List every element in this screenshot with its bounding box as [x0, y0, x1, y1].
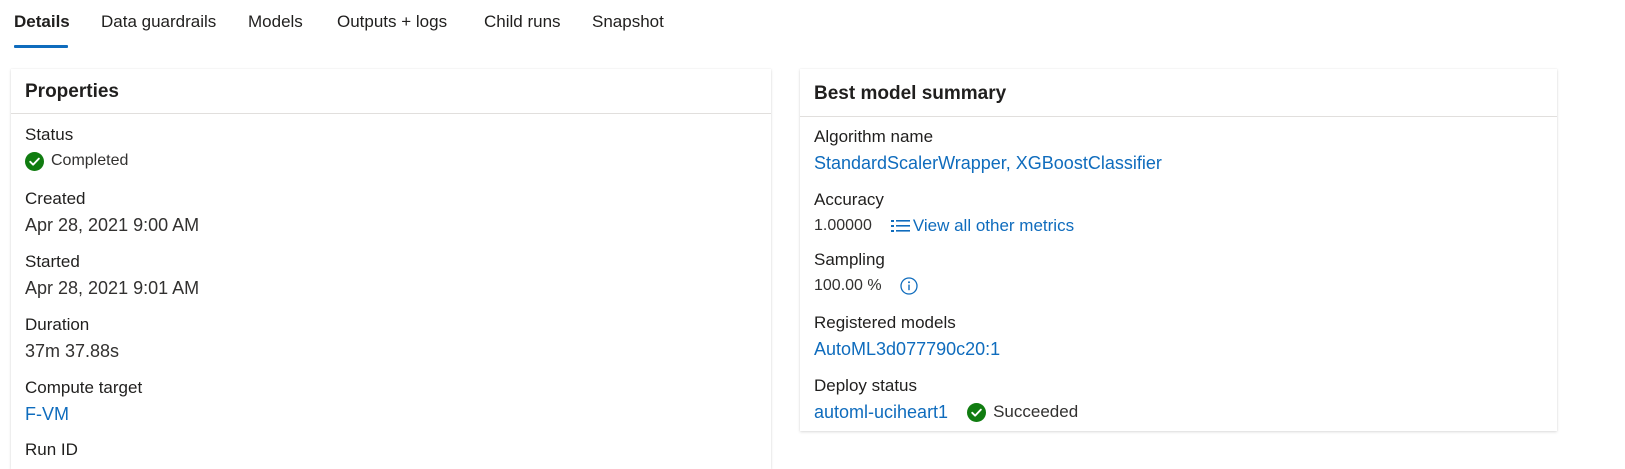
accuracy-value: 1.00000: [814, 217, 872, 234]
check-circle-icon: [967, 402, 987, 422]
accuracy-field: Accuracy 1.00000 View all other metrics: [814, 189, 1543, 238]
registered-model-link[interactable]: AutoML3d077790c20:1: [814, 337, 1000, 361]
properties-title: Properties: [11, 69, 771, 114]
deploy-status-field: Deploy status automl-uciheart1 Succeeded: [814, 375, 1543, 424]
deploy-status-text: Succeeded: [993, 402, 1079, 421]
run-id-label: Run ID: [25, 440, 78, 459]
tab-snapshot[interactable]: Snapshot: [592, 12, 664, 32]
started-label: Started: [25, 252, 80, 271]
algorithm-link[interactable]: StandardScalerWrapper, XGBoostClassifier: [814, 151, 1162, 175]
tab-models[interactable]: Models: [248, 12, 303, 32]
status-field: Status Completed: [25, 124, 757, 173]
created-label: Created: [25, 189, 86, 208]
compute-target-field: Compute target F-VM: [25, 377, 757, 426]
sampling-value: 100.00 %: [814, 277, 882, 294]
duration-label: Duration: [25, 315, 90, 334]
started-field: Started Apr 28, 2021 9:01 AM: [25, 251, 757, 300]
sampling-field: Sampling 100.00 %: [814, 249, 1543, 298]
info-icon[interactable]: [899, 277, 918, 295]
sampling-label: Sampling: [814, 250, 885, 269]
best-model-summary-card: Best model summary Algorithm name Standa…: [800, 69, 1557, 431]
compute-target-label: Compute target: [25, 378, 143, 397]
status-text: Completed: [51, 152, 129, 169]
run-id-field: Run ID: [25, 439, 757, 461]
duration-value: 37m 37.88s: [25, 341, 120, 361]
accuracy-label: Accuracy: [814, 190, 884, 209]
deploy-endpoint-link[interactable]: automl-uciheart1: [814, 400, 948, 424]
algorithm-label: Algorithm name: [814, 127, 934, 146]
best-model-summary-title: Best model summary: [800, 69, 1557, 117]
check-circle-icon: [25, 151, 44, 171]
tab-child-runs[interactable]: Child runs: [484, 12, 561, 32]
duration-field: Duration 37m 37.88s: [25, 314, 757, 363]
status-label: Status: [25, 125, 74, 144]
tab-outputs-logs[interactable]: Outputs + logs: [337, 12, 447, 32]
registered-models-field: Registered models AutoML3d077790c20:1: [814, 312, 1543, 361]
started-value: Apr 28, 2021 9:01 AM: [25, 278, 200, 298]
algorithm-field: Algorithm name StandardScalerWrapper, XG…: [814, 126, 1543, 175]
created-value: Apr 28, 2021 9:00 AM: [25, 215, 200, 235]
active-tab-indicator: [14, 45, 68, 48]
properties-card: Properties Status Completed Created Apr …: [11, 69, 771, 469]
view-all-metrics-label: View all other metrics: [912, 216, 1075, 235]
compute-target-link[interactable]: F-VM: [25, 402, 69, 426]
deploy-status-badge: Succeeded: [967, 400, 1078, 424]
tab-details[interactable]: Details: [14, 12, 70, 32]
status-value: Completed: [25, 149, 757, 173]
list-icon: [890, 220, 910, 232]
registered-models-label: Registered models: [814, 313, 956, 332]
tab-bar: Details Data guardrails Models Outputs +…: [0, 0, 1625, 50]
created-field: Created Apr 28, 2021 9:00 AM: [25, 188, 757, 237]
view-all-metrics-link[interactable]: View all other metrics: [890, 214, 1075, 238]
tab-data-guardrails[interactable]: Data guardrails: [101, 12, 216, 32]
deploy-status-label: Deploy status: [814, 376, 917, 395]
